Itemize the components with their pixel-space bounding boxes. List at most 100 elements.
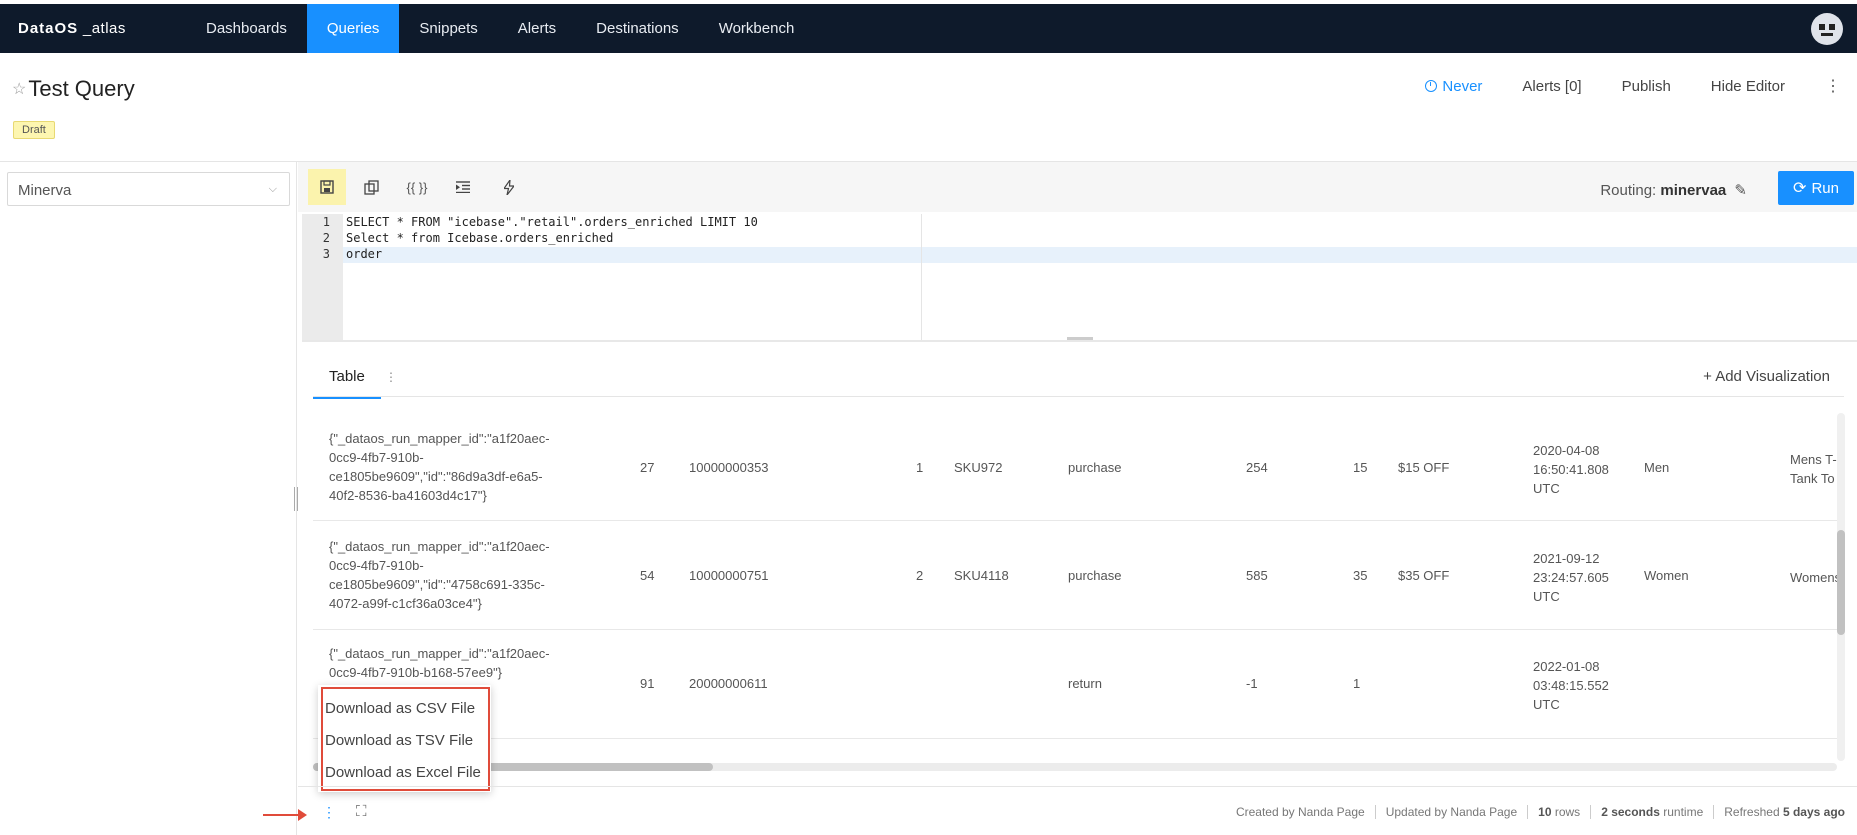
- code-line-active: order: [343, 247, 1857, 263]
- datasource-select[interactable]: Minerva ⌵: [7, 172, 290, 206]
- table-cell: Mens T-Tank To: [1790, 452, 1837, 486]
- table-cell: -1: [1246, 676, 1258, 691]
- table-row: {"_dataos_run_mapper_id":"a1f20aec-0cc9-…: [313, 413, 1837, 521]
- header-actions: Never Alerts [0] Publish Hide Editor ⋮: [1425, 76, 1857, 96]
- table-cell: 1: [916, 460, 924, 475]
- schedule-label: Never: [1442, 77, 1483, 95]
- table-row: {"_dataos_run_mapper_id":"a1f20aec-0cc9-…: [313, 631, 1837, 739]
- vertical-scroll-thumb[interactable]: [1837, 530, 1845, 635]
- table-cell: SKU972: [954, 460, 1003, 475]
- clock-icon: [1425, 80, 1438, 92]
- table-cell: 54: [640, 568, 655, 583]
- panel-resize-handle[interactable]: [294, 487, 298, 511]
- download-csv-item[interactable]: Download as CSV File: [325, 700, 475, 717]
- table-cell: 20000000611: [689, 676, 768, 691]
- table-cell: Womens: [1790, 570, 1837, 585]
- top-navbar: DataOS _atlas Dashboards Queries Snippet…: [0, 4, 1857, 53]
- download-options-icon[interactable]: ⋮: [322, 804, 336, 821]
- table-cell: purchase: [1068, 460, 1122, 475]
- table-cell: 35: [1353, 568, 1368, 583]
- hide-editor-button[interactable]: Hide Editor: [1711, 78, 1785, 95]
- editor-divider: [302, 340, 1857, 342]
- table-cell: 585: [1246, 568, 1268, 583]
- indent-icon[interactable]: [444, 169, 482, 205]
- tab-table[interactable]: Table: [313, 362, 381, 399]
- nav-queries[interactable]: Queries: [306, 4, 400, 53]
- line-number: 2: [322, 231, 330, 245]
- table-cell: return: [1068, 676, 1102, 691]
- editor-gutter: 1 2 3: [302, 214, 343, 340]
- table-cell: {"_dataos_run_mapper_id":"a1f20aec-0cc9-…: [329, 646, 550, 680]
- download-tsv-item[interactable]: Download as TSV File: [325, 732, 473, 749]
- print-margin: [921, 214, 922, 340]
- run-button[interactable]: ⟳ Run: [1778, 171, 1854, 205]
- code-line: Select * from Icebase.orders_enriched: [346, 231, 614, 245]
- user-avatar[interactable]: [1811, 13, 1843, 45]
- format-query-icon[interactable]: {{ }}: [398, 169, 436, 205]
- title-row: ☆ Test Query: [12, 76, 135, 102]
- editor-resize-grip[interactable]: [1067, 337, 1093, 340]
- table-row: {"_dataos_run_mapper_id":"a1f20aec-0cc9-…: [313, 522, 1837, 630]
- routing-info: Routing: minervaa ✎: [1600, 182, 1747, 199]
- nav-workbench[interactable]: Workbench: [699, 4, 815, 53]
- table-cell: $35 OFF: [1398, 568, 1450, 583]
- nav-dashboards[interactable]: Dashboards: [186, 4, 307, 53]
- table-cell: 2020-04-08 16:50:41.808 UTC: [1533, 443, 1609, 496]
- star-icon[interactable]: ☆: [12, 79, 26, 99]
- add-visualization-button[interactable]: + Add Visualization: [1703, 368, 1830, 385]
- table-cell: Men: [1644, 460, 1670, 475]
- datasource-value: Minerva: [18, 182, 72, 199]
- refreshed: Refreshed 5 days ago: [1724, 805, 1845, 819]
- result-tabs: Table ⋮: [313, 362, 397, 399]
- runtime: 2 seconds runtime: [1591, 805, 1715, 819]
- table-cell: 1: [1353, 676, 1361, 691]
- table-cell: $15 OFF: [1398, 460, 1450, 475]
- publish-button[interactable]: Publish: [1622, 78, 1671, 95]
- table-cell: 91: [640, 676, 655, 691]
- created-by: Created by Nanda Page: [1226, 805, 1376, 819]
- refresh-icon: ⟳: [1793, 180, 1807, 197]
- table-cell: 15: [1353, 460, 1368, 475]
- page-title[interactable]: Test Query: [28, 76, 134, 102]
- nav-snippets[interactable]: Snippets: [399, 4, 497, 53]
- table-cell: 2021-09-12 23:24:57.605 UTC: [1533, 551, 1609, 604]
- app-logo[interactable]: DataOS _atlas: [0, 20, 186, 37]
- table-cell: {"_dataos_run_mapper_id":"a1f20aec-0cc9-…: [329, 539, 550, 611]
- download-excel-item[interactable]: Download as Excel File: [325, 764, 481, 781]
- table-cell: {"_dataos_run_mapper_id":"a1f20aec-0cc9-…: [329, 431, 550, 503]
- tab-options-icon[interactable]: ⋮: [385, 370, 397, 384]
- routing-value: minervaa: [1660, 182, 1727, 199]
- table-cell: 2: [916, 568, 924, 583]
- nav-alerts[interactable]: Alerts: [498, 4, 576, 53]
- table-cell: 27: [640, 460, 655, 475]
- table-cell: SKU4118: [954, 568, 1009, 583]
- alerts-button[interactable]: Alerts [0]: [1522, 78, 1581, 95]
- updated-by: Updated by Nanda Page: [1376, 805, 1529, 819]
- tabs-divider: [313, 396, 1844, 397]
- row-count: 10 rows: [1528, 805, 1592, 819]
- code-line: SELECT * FROM "icebase"."retail".orders_…: [346, 215, 758, 229]
- autocomplete-icon[interactable]: [490, 169, 528, 205]
- schema-panel: [0, 162, 297, 835]
- results-table: {"_dataos_run_mapper_id":"a1f20aec-0cc9-…: [313, 413, 1837, 768]
- annotation-arrow: [263, 809, 307, 821]
- table-cell: 254: [1246, 460, 1268, 475]
- table-cell: 10000000751: [689, 568, 769, 583]
- save-icon[interactable]: [308, 169, 346, 205]
- table-cell: 10000000353: [689, 460, 769, 475]
- table-cell: purchase: [1068, 568, 1122, 583]
- code-editor[interactable]: 1 2 3 SELECT * FROM "icebase"."retail".o…: [302, 214, 1857, 340]
- more-options-icon[interactable]: ⋮: [1825, 76, 1841, 96]
- query-meta: Created by Nanda Page Updated by Nanda P…: [1226, 805, 1845, 819]
- editor-toolbar: {{ }} Routing: minervaa ✎ ⟳ Run: [298, 162, 1857, 212]
- table-cell: 2022-01-08 03:48:15.552 UTC: [1533, 659, 1609, 712]
- duplicate-icon[interactable]: [352, 169, 390, 205]
- edit-pencil-icon[interactable]: ✎: [1734, 182, 1747, 199]
- table-cell: Women: [1644, 568, 1689, 583]
- schedule-button[interactable]: Never: [1425, 78, 1482, 95]
- fullscreen-icon[interactable]: ⛶: [356, 803, 367, 820]
- nav-destinations[interactable]: Destinations: [576, 4, 699, 53]
- line-number: 3: [322, 247, 330, 261]
- draft-badge: Draft: [13, 121, 55, 139]
- chevron-down-icon: ⌵: [268, 183, 277, 195]
